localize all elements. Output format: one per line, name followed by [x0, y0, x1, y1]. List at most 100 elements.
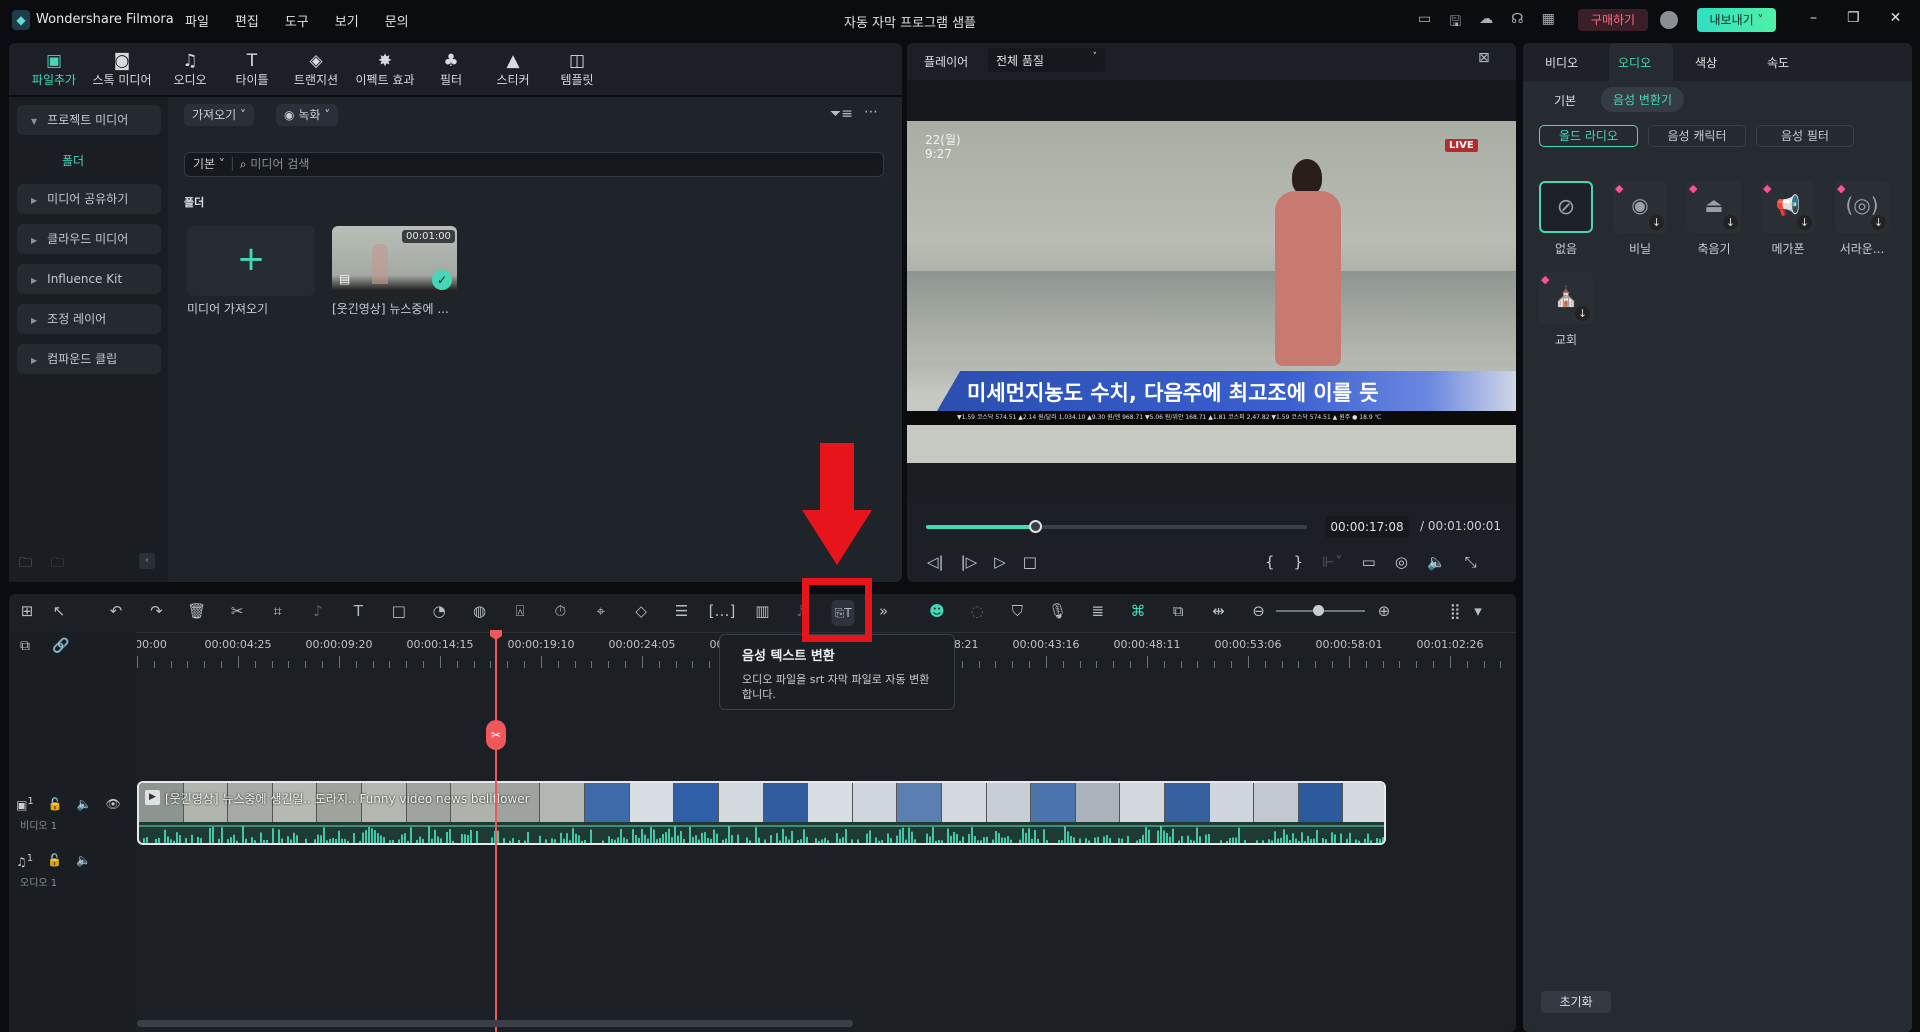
- tool-title[interactable]: T 타이틀: [235, 51, 268, 88]
- track-mute-icon[interactable]: 🔈: [77, 797, 92, 811]
- playhead[interactable]: [495, 632, 497, 1032]
- tool-template[interactable]: ◫ 템플릿: [560, 51, 593, 88]
- lock-icon[interactable]: 🔓: [47, 853, 62, 869]
- preset-gramophone[interactable]: ⏏ ◆ ↓: [1687, 181, 1741, 233]
- audio-detach-icon[interactable]: ♪: [313, 600, 323, 622]
- subtab-basic[interactable]: 기본: [1554, 92, 1576, 109]
- silence-detect-icon[interactable]: […]: [709, 600, 736, 622]
- tool-audio[interactable]: ♫ 오디오: [173, 51, 206, 88]
- record-dropdown[interactable]: ◉ 녹화 ˅: [276, 104, 339, 126]
- layout-icon[interactable]: ▭: [1418, 11, 1431, 35]
- color-icon[interactable]: ◍: [473, 600, 486, 622]
- crop-icon[interactable]: ⌗: [273, 600, 281, 622]
- sidebar-item-influence-kit[interactable]: ▶ Influence Kit: [17, 264, 161, 294]
- zoom-out-icon[interactable]: ⊖: [1252, 600, 1265, 622]
- undo-icon[interactable]: ↶: [110, 600, 123, 622]
- ai-portrait-icon[interactable]: ⍓: [515, 600, 524, 622]
- sidebar-item-shared-media[interactable]: ▶ 미디어 공유하기: [17, 184, 161, 214]
- sidebar-item-adjustment-layer[interactable]: ▶ 조정 레이어: [17, 304, 161, 334]
- preset-none[interactable]: ⊘: [1539, 181, 1593, 233]
- new-folder-icon[interactable]: 🗀: [19, 554, 32, 576]
- video-preview[interactable]: 22(월) 9:27 LIVE 미세먼지농도 수치, 다음주에 최고조에 이를 듯…: [907, 121, 1516, 463]
- collapse-sidebar-button[interactable]: ‹: [139, 553, 155, 569]
- track-layout-icon[interactable]: ⣿: [1450, 600, 1461, 622]
- speed-icon[interactable]: ◔: [433, 600, 446, 622]
- tab-audio[interactable]: 오디오: [1618, 54, 1651, 71]
- tab-color[interactable]: 색상: [1695, 54, 1717, 71]
- tool-filter[interactable]: ♣ 필터: [440, 51, 462, 88]
- render-preview-icon[interactable]: ◌: [971, 600, 984, 622]
- timeline-video-clip[interactable]: ▶ [웃긴영상] 뉴스중에 생긴일.. 도라지.. Funny video ne…: [137, 781, 1386, 845]
- sidebar-item-project-media[interactable]: ▼ 프로젝트 미디어: [17, 105, 161, 135]
- quality-select[interactable]: 전체 품질 ˅: [988, 48, 1105, 72]
- cloud-upload-icon[interactable]: ☁: [1479, 11, 1493, 35]
- search-input[interactable]: 미디어 검색: [250, 157, 309, 171]
- save-icon[interactable]: 🖫: [1449, 11, 1461, 35]
- ai-copilot-icon[interactable]: ☻: [929, 600, 945, 622]
- folder-icon[interactable]: 🗀: [51, 554, 64, 576]
- fullscreen-icon[interactable]: ⤡: [1465, 553, 1477, 571]
- zoom-slider-knob[interactable]: [1313, 605, 1324, 616]
- next-frame-icon[interactable]: |▷: [961, 553, 978, 571]
- restore-icon[interactable]: ❐: [1847, 10, 1860, 26]
- chip-voice-character[interactable]: 음성 캐릭터: [1648, 125, 1746, 147]
- buy-button[interactable]: 구매하기: [1578, 9, 1648, 31]
- media-search-bar[interactable]: 기본 ˅ │ ⌕ 미디어 검색: [184, 152, 884, 177]
- play-icon[interactable]: ▷: [994, 553, 1006, 571]
- subtab-voice-changer[interactable]: 음성 변환기: [1601, 87, 1685, 112]
- tool-transition[interactable]: ◈ 트랜지션: [294, 51, 338, 88]
- video-clip-thumbnail[interactable]: 00:01:00 ▤ ✓: [332, 226, 457, 296]
- preset-vinyl[interactable]: ◉ ◆ ↓: [1613, 181, 1667, 233]
- zoom-in-icon[interactable]: ⊕: [1378, 600, 1391, 622]
- snap-icon[interactable]: ⌘: [1131, 600, 1146, 622]
- volume-icon[interactable]: 🔈: [1427, 553, 1446, 571]
- current-time[interactable]: 00:00:17:08: [1325, 516, 1409, 538]
- mark-out-icon[interactable]: }: [1294, 553, 1304, 571]
- more-icon[interactable]: ⋯: [864, 104, 878, 120]
- mask-icon[interactable]: □: [392, 600, 406, 622]
- more-tools-icon[interactable]: »: [879, 600, 888, 622]
- export-button[interactable]: 내보내기 ˅: [1697, 8, 1776, 32]
- select-layout-icon[interactable]: ⊞: [21, 600, 34, 622]
- prev-frame-icon[interactable]: ◁|: [927, 553, 944, 571]
- marker-icon[interactable]: ⛉: [1012, 600, 1023, 622]
- tool-import[interactable]: ▣ 파일추가: [32, 51, 76, 88]
- layout-dropdown-icon[interactable]: ▾: [1474, 600, 1482, 622]
- sidebar-item-cloud-media[interactable]: ▶ 클라우드 미디어: [17, 224, 161, 254]
- scopes-icon[interactable]: ⊠: [1478, 50, 1490, 66]
- insert-icon[interactable]: ⊩˅: [1322, 553, 1343, 571]
- playback-progress-bar[interactable]: [926, 520, 1307, 533]
- playhead-knob[interactable]: [1028, 520, 1042, 533]
- filter-select[interactable]: 기본: [193, 157, 215, 171]
- audio-list-icon[interactable]: ≣: [1092, 600, 1105, 622]
- mark-in-icon[interactable]: {: [1265, 553, 1275, 571]
- sidebar-item-compound-clip[interactable]: ▶ 컴파운드 클립: [17, 344, 161, 374]
- mic-icon[interactable]: 🎙: [1048, 600, 1067, 622]
- preset-church[interactable]: ⛪ ◆ ↓: [1539, 272, 1593, 324]
- import-media-tile[interactable]: +: [187, 226, 315, 296]
- tool-effects[interactable]: ✸ 이펙트 효과: [355, 51, 414, 88]
- zoom-slider[interactable]: [1276, 605, 1365, 616]
- apps-grid-icon[interactable]: ▦: [1542, 11, 1555, 35]
- snapshot-icon[interactable]: ◎: [1395, 553, 1408, 571]
- audio-wave-icon[interactable]: ▥: [755, 600, 769, 622]
- select-tool-icon[interactable]: ↖: [53, 600, 66, 622]
- minimize-icon[interactable]: –: [1810, 10, 1817, 26]
- auto-reframe-icon[interactable]: ⌖: [597, 600, 605, 622]
- add-track-icon[interactable]: ⧉: [20, 638, 30, 654]
- chip-old-radio[interactable]: 올드 라디오: [1539, 125, 1638, 147]
- preset-megaphone[interactable]: 📢 ◆ ↓: [1761, 181, 1815, 233]
- tool-sticker[interactable]: ▲ 스티커: [496, 51, 529, 88]
- reset-button[interactable]: 초기화: [1541, 991, 1611, 1013]
- link-icon[interactable]: 🔗: [52, 638, 69, 654]
- duration-icon[interactable]: ⏱: [555, 600, 567, 622]
- tool-stock-media[interactable]: ◙ 스톡 미디어: [92, 51, 151, 88]
- tab-speed[interactable]: 속도: [1767, 54, 1789, 71]
- sidebar-folder[interactable]: 폴더: [62, 152, 84, 169]
- keyframe-icon[interactable]: ◇: [635, 600, 647, 622]
- text-icon[interactable]: T: [354, 600, 363, 622]
- pip-icon[interactable]: ⧉: [1173, 600, 1184, 622]
- redo-icon[interactable]: ↷: [150, 600, 163, 622]
- tab-video[interactable]: 비디오: [1545, 54, 1578, 71]
- avatar[interactable]: [1660, 11, 1678, 29]
